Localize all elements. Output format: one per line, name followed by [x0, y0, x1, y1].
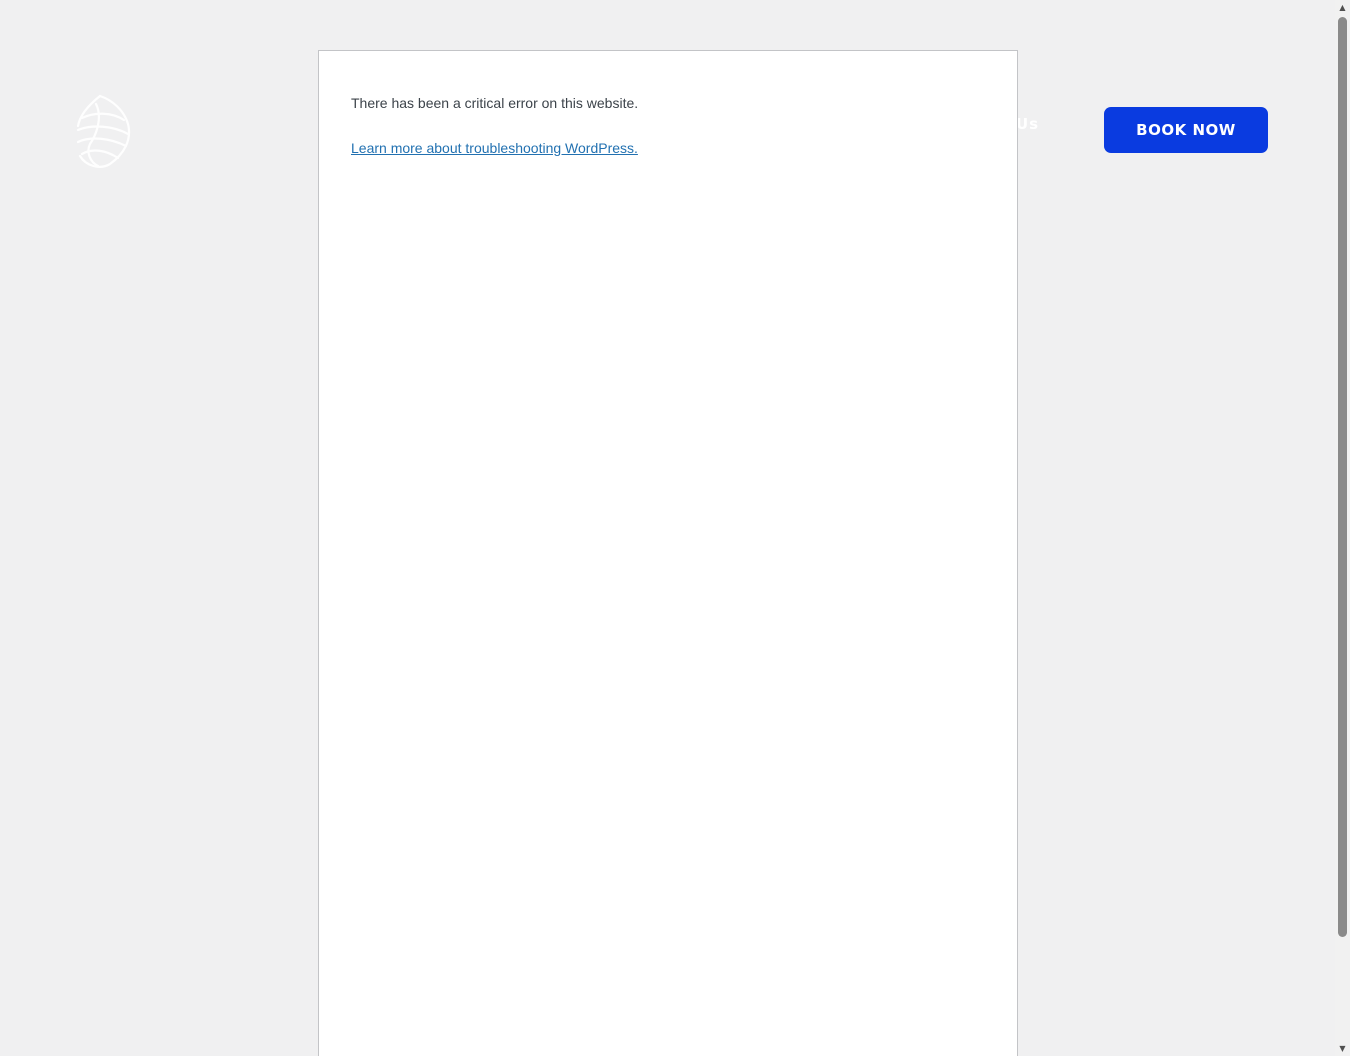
shell-logo-icon[interactable] [72, 92, 134, 170]
arrow-up-icon[interactable]: ▲ [1335, 0, 1350, 15]
scrollbar-thumb[interactable] [1338, 17, 1347, 937]
error-panel: There has been a critical error on this … [318, 50, 1018, 1056]
scrollbar[interactable]: ▲ ▼ [1335, 0, 1350, 1056]
error-message: There has been a critical error on this … [351, 95, 639, 111]
book-now-button[interactable]: BOOK NOW [1104, 107, 1268, 153]
page: Us BOOK NOW There has been a critical er… [0, 0, 1350, 1056]
troubleshooting-link[interactable]: Learn more about troubleshooting WordPre… [351, 138, 638, 159]
nav-link-contact[interactable]: Us [1016, 115, 1039, 133]
arrow-down-icon[interactable]: ▼ [1335, 1041, 1350, 1056]
